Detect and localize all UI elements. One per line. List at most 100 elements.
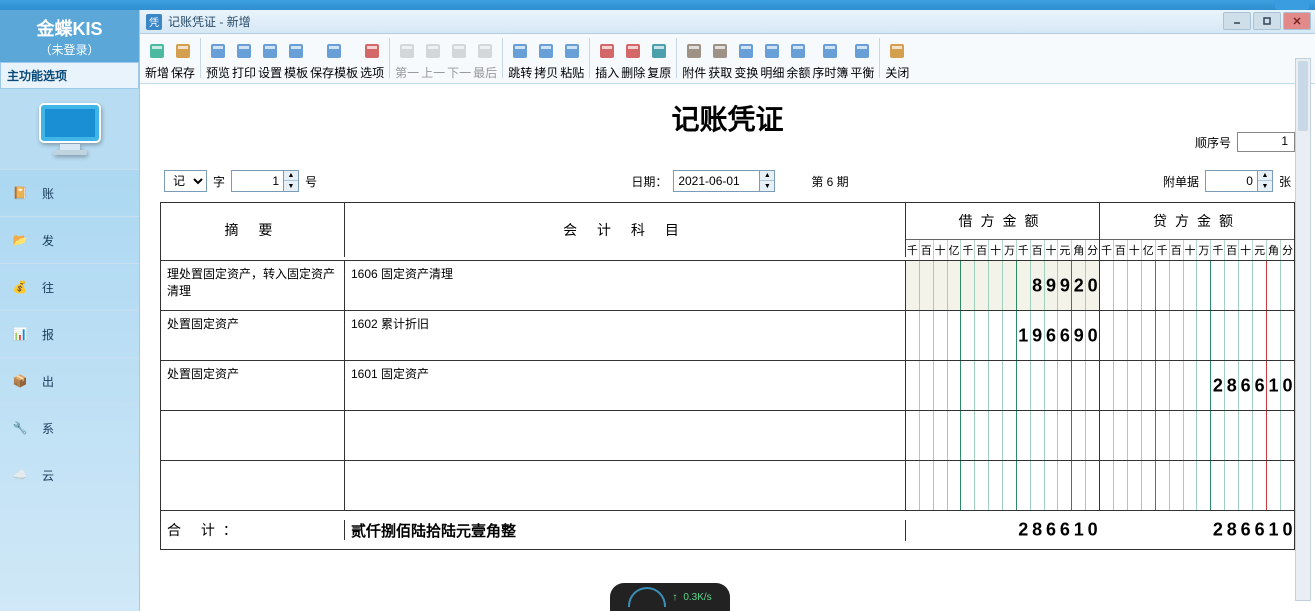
- toolbar-preview[interactable]: 预览: [205, 38, 231, 83]
- seq-icon: [819, 40, 841, 62]
- spin-up[interactable]: ▲: [284, 171, 298, 181]
- type-label: 字: [213, 173, 225, 190]
- amount-grid[interactable]: [1100, 311, 1294, 360]
- nav-item-2[interactable]: 💰往: [0, 263, 139, 310]
- nav-item-0[interactable]: 📔账: [0, 169, 139, 216]
- toolbar-template[interactable]: 模板: [283, 38, 309, 83]
- toolbar-delete[interactable]: 删除: [620, 38, 646, 83]
- toolbar-convert[interactable]: 变换: [733, 38, 759, 83]
- toolbar-balance2[interactable]: 平衡: [849, 38, 875, 83]
- credit-cell[interactable]: [1100, 411, 1294, 460]
- prev-icon: [422, 40, 444, 62]
- summary-cell[interactable]: [161, 411, 345, 460]
- amount-grid[interactable]: [1100, 461, 1294, 510]
- amount-grid[interactable]: [906, 361, 1099, 410]
- credit-cell[interactable]: [1100, 461, 1294, 510]
- close-button[interactable]: [1283, 12, 1311, 30]
- subject-cell[interactable]: [345, 461, 906, 510]
- summary-cell[interactable]: 理处置固定资产，转入固定资产清理: [161, 261, 345, 310]
- nav-label: 发: [42, 232, 54, 249]
- date-up[interactable]: ▲: [760, 171, 774, 181]
- network-widget[interactable]: ↑0.3K/s: [610, 583, 730, 611]
- jump-icon: [509, 40, 531, 62]
- toolbar-detail[interactable]: 明细: [759, 38, 785, 83]
- debit-cell[interactable]: [906, 411, 1100, 460]
- total-text: 贰仟捌佰陆拾陆元壹角整: [345, 520, 906, 541]
- subject-cell[interactable]: 1602 累计折旧: [345, 311, 906, 360]
- nav-item-5[interactable]: 🔧系: [0, 404, 139, 451]
- vertical-scrollbar[interactable]: [1295, 58, 1311, 601]
- toolbar-seq[interactable]: 序时簿: [811, 38, 849, 83]
- seq-value[interactable]: 1: [1237, 132, 1295, 152]
- sidebar: 金蝶KIS （未登录） 主功能选项 📔账📂发💰往📊报📦出🔧系☁️云: [0, 10, 140, 611]
- debit-cell[interactable]: [906, 461, 1100, 510]
- options-icon: [361, 40, 383, 62]
- debit-cell[interactable]: 196690: [906, 311, 1100, 360]
- toolbar-options[interactable]: 选项: [359, 38, 385, 83]
- credit-cell[interactable]: 286610: [1100, 361, 1294, 410]
- amount-grid[interactable]: 286610: [1100, 361, 1294, 410]
- subject-cell[interactable]: 1601 固定资产: [345, 361, 906, 410]
- toolbar-print[interactable]: 打印: [231, 38, 257, 83]
- debit-cell[interactable]: [906, 361, 1100, 410]
- detail-icon: [761, 40, 783, 62]
- toolbar-paste[interactable]: 粘贴: [559, 38, 585, 83]
- toolbar-balance[interactable]: 余额: [785, 38, 811, 83]
- nav-item-1[interactable]: 📂发: [0, 216, 139, 263]
- toolbar-save_tpl[interactable]: 保存模板: [309, 38, 359, 83]
- attach-up[interactable]: ▲: [1258, 171, 1272, 181]
- nav-item-3[interactable]: 📊报: [0, 310, 139, 357]
- voucher-num-input[interactable]: [231, 170, 283, 192]
- credit-cell[interactable]: [1100, 311, 1294, 360]
- nav-item-4[interactable]: 📦出: [0, 357, 139, 404]
- subject-cell[interactable]: [345, 411, 906, 460]
- toolbar-restore[interactable]: 复原: [646, 38, 672, 83]
- unit-cell: 千: [1156, 240, 1170, 260]
- toolbar-fetch[interactable]: 获取: [707, 38, 733, 83]
- header-subject: 会 计 科 目: [345, 203, 906, 257]
- toolbar-close[interactable]: 关闭: [884, 38, 910, 83]
- login-status: （未登录）: [0, 41, 139, 62]
- date-picker[interactable]: ▲▼: [673, 170, 775, 192]
- subject-cell[interactable]: 1606 固定资产清理: [345, 261, 906, 310]
- toolbar-copy[interactable]: 拷贝: [533, 38, 559, 83]
- amount-grid[interactable]: 89920: [906, 261, 1099, 310]
- amount-grid[interactable]: [1100, 261, 1294, 310]
- summary-cell[interactable]: 处置固定资产: [161, 311, 345, 360]
- debit-cell[interactable]: 89920: [906, 261, 1100, 310]
- amount-grid[interactable]: 196690: [906, 311, 1099, 360]
- minimize-button[interactable]: [1223, 12, 1251, 30]
- date-input[interactable]: [673, 170, 759, 192]
- maximize-button[interactable]: [1253, 12, 1281, 30]
- close-icon: [886, 40, 908, 62]
- amount-grid[interactable]: [906, 411, 1099, 460]
- attach-spin[interactable]: ▲▼: [1205, 170, 1273, 192]
- attach-input[interactable]: [1205, 170, 1257, 192]
- toolbar-new[interactable]: 新增: [144, 38, 170, 83]
- toolbar-jump[interactable]: 跳转: [507, 38, 533, 83]
- toolbar-label: 最后: [473, 62, 497, 81]
- amount-grid[interactable]: [906, 461, 1099, 510]
- toolbar-save[interactable]: 保存: [170, 38, 196, 83]
- sidebar-main-tab[interactable]: 主功能选项: [0, 62, 139, 89]
- first-icon: [396, 40, 418, 62]
- attach-down[interactable]: ▼: [1258, 181, 1272, 191]
- toolbar: 新增保存预览打印设置模板保存模板选项第一上一下一最后跳转拷贝粘贴插入删除复原附件…: [140, 34, 1315, 84]
- summary-cell[interactable]: [161, 461, 345, 510]
- amount-grid[interactable]: [1100, 411, 1294, 460]
- credit-cell[interactable]: [1100, 261, 1294, 310]
- spin-down[interactable]: ▼: [284, 181, 298, 191]
- toolbar-label: 跳转: [508, 62, 532, 81]
- voucher-type-select[interactable]: 记: [164, 170, 207, 192]
- unit-cell: 百: [1170, 240, 1184, 260]
- outer-minimize[interactable]: [1275, 0, 1309, 10]
- summary-cell[interactable]: 处置固定资产: [161, 361, 345, 410]
- unit-cell: 元: [1253, 240, 1267, 260]
- nav-item-6[interactable]: ☁️云: [0, 451, 139, 498]
- toolbar-attach[interactable]: 附件: [681, 38, 707, 83]
- toolbar-settings[interactable]: 设置: [257, 38, 283, 83]
- voucher-num-spin[interactable]: ▲▼: [231, 170, 299, 192]
- toolbar-label: 平衡: [850, 62, 874, 81]
- toolbar-insert[interactable]: 插入: [594, 38, 620, 83]
- date-down[interactable]: ▼: [760, 181, 774, 191]
